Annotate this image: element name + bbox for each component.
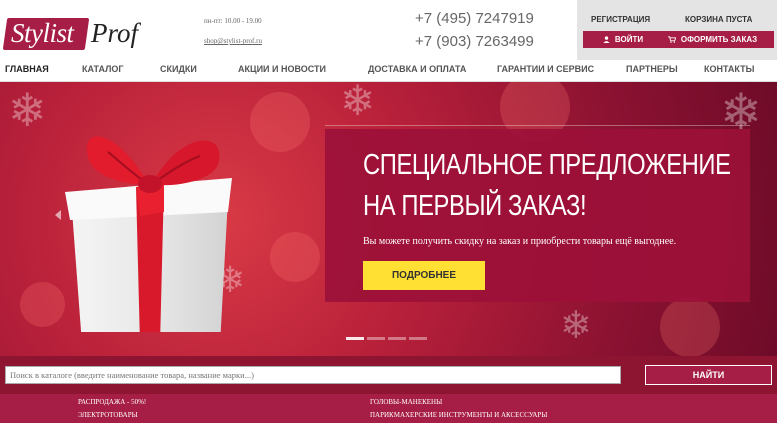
checkout-button[interactable]: ОФОРМИТЬ ЗАКАЗ: [651, 31, 774, 48]
category-link-mannequin-heads[interactable]: Головы-манекены: [370, 398, 442, 406]
bokeh-light: [270, 232, 320, 282]
snowflake-icon: ❄: [8, 84, 47, 136]
nav-item-delivery[interactable]: Доставка и оплата: [368, 64, 466, 74]
nav-item-contacts[interactable]: Контакты: [704, 64, 754, 74]
bokeh-light: [20, 282, 65, 327]
email-link[interactable]: shop@stylist-prof.ru: [204, 37, 262, 45]
gift-box-image: [65, 136, 232, 332]
nav-item-home[interactable]: Главная: [5, 64, 49, 74]
category-link-hair-tools[interactable]: Парикмахерские инструменты и аксессуары: [370, 411, 547, 419]
category-links: Распродажа - 50%! Электротовары Головы-м…: [0, 394, 777, 423]
promo-description: Вы можете получить скидку на заказ и при…: [363, 236, 677, 247]
nav-item-discounts[interactable]: Скидки: [160, 64, 197, 74]
promo-divider: [325, 125, 750, 126]
search-input[interactable]: [5, 366, 621, 384]
phone-2: +7 (903) 7263499: [415, 33, 534, 50]
header: Stylist Prof пн-пт: 10.00 - 19.00 shop@s…: [0, 0, 777, 60]
category-link-electrical[interactable]: Электротовары: [78, 411, 138, 419]
logo[interactable]: Stylist Prof: [2, 14, 140, 52]
promo-panel: СПЕЦИАЛЬНОЕ ПРЕДЛОЖЕНИЕ НА ПЕРВЫЙ ЗАКАЗ!…: [325, 129, 750, 302]
phone-1: +7 (495) 7247919: [415, 10, 534, 27]
slider-dot[interactable]: [367, 337, 385, 340]
slider-prev-arrow[interactable]: [55, 210, 61, 220]
nav-item-warranty[interactable]: Гарантии и сервис: [497, 64, 594, 74]
logo-text-stylist: Stylist: [11, 18, 74, 48]
search-bar: НАЙТИ: [0, 356, 777, 394]
slider-dot[interactable]: [409, 337, 427, 340]
cart-status: КОРЗИНА ПУСТА: [685, 15, 753, 24]
snowflake-icon: ❄: [340, 82, 376, 124]
register-link[interactable]: РЕГИСТРАЦИЯ: [591, 15, 650, 24]
promo-title-line2: НА ПЕРВЫЙ ЗАКАЗ!: [363, 190, 587, 222]
working-hours: пн-пт: 10.00 - 19.00: [204, 17, 262, 25]
snowflake-icon: ❄: [560, 305, 592, 347]
promo-slider: ❄ ❄ ❄ ❄ ❄ ❄ СПЕЦИАЛЬНОЕ ПРЕДЛОЖЕНИЕ НА П…: [0, 82, 777, 356]
nav-item-catalog[interactable]: Каталог: [82, 64, 124, 74]
promo-details-button[interactable]: ПОДРОБНЕЕ: [363, 261, 485, 290]
promo-title-line1: СПЕЦИАЛЬНОЕ ПРЕДЛОЖЕНИЕ: [363, 149, 731, 181]
login-button-label: ВОЙТИ: [614, 35, 644, 44]
slider-dot[interactable]: [346, 337, 364, 340]
bokeh-light: [250, 92, 310, 152]
logo-text-prof: Prof: [91, 18, 138, 48]
slider-dots: [346, 337, 427, 340]
search-button[interactable]: НАЙТИ: [645, 365, 772, 385]
main-nav: Главная Каталог Скидки Акции и новости Д…: [0, 60, 777, 82]
bokeh-light: [660, 297, 720, 356]
nav-item-promos-news[interactable]: Акции и новости: [238, 64, 326, 74]
slider-dot[interactable]: [388, 337, 406, 340]
checkout-button-label: ОФОРМИТЬ ЗАКАЗ: [680, 35, 758, 44]
user-icon: [603, 36, 610, 43]
nav-item-partners[interactable]: Партнеры: [626, 64, 678, 74]
account-panel: РЕГИСТРАЦИЯ КОРЗИНА ПУСТА ВОЙТИ ОФОРМИТЬ…: [577, 0, 777, 60]
cart-icon: [667, 36, 676, 43]
category-link-sale[interactable]: Распродажа - 50%!: [78, 398, 146, 406]
